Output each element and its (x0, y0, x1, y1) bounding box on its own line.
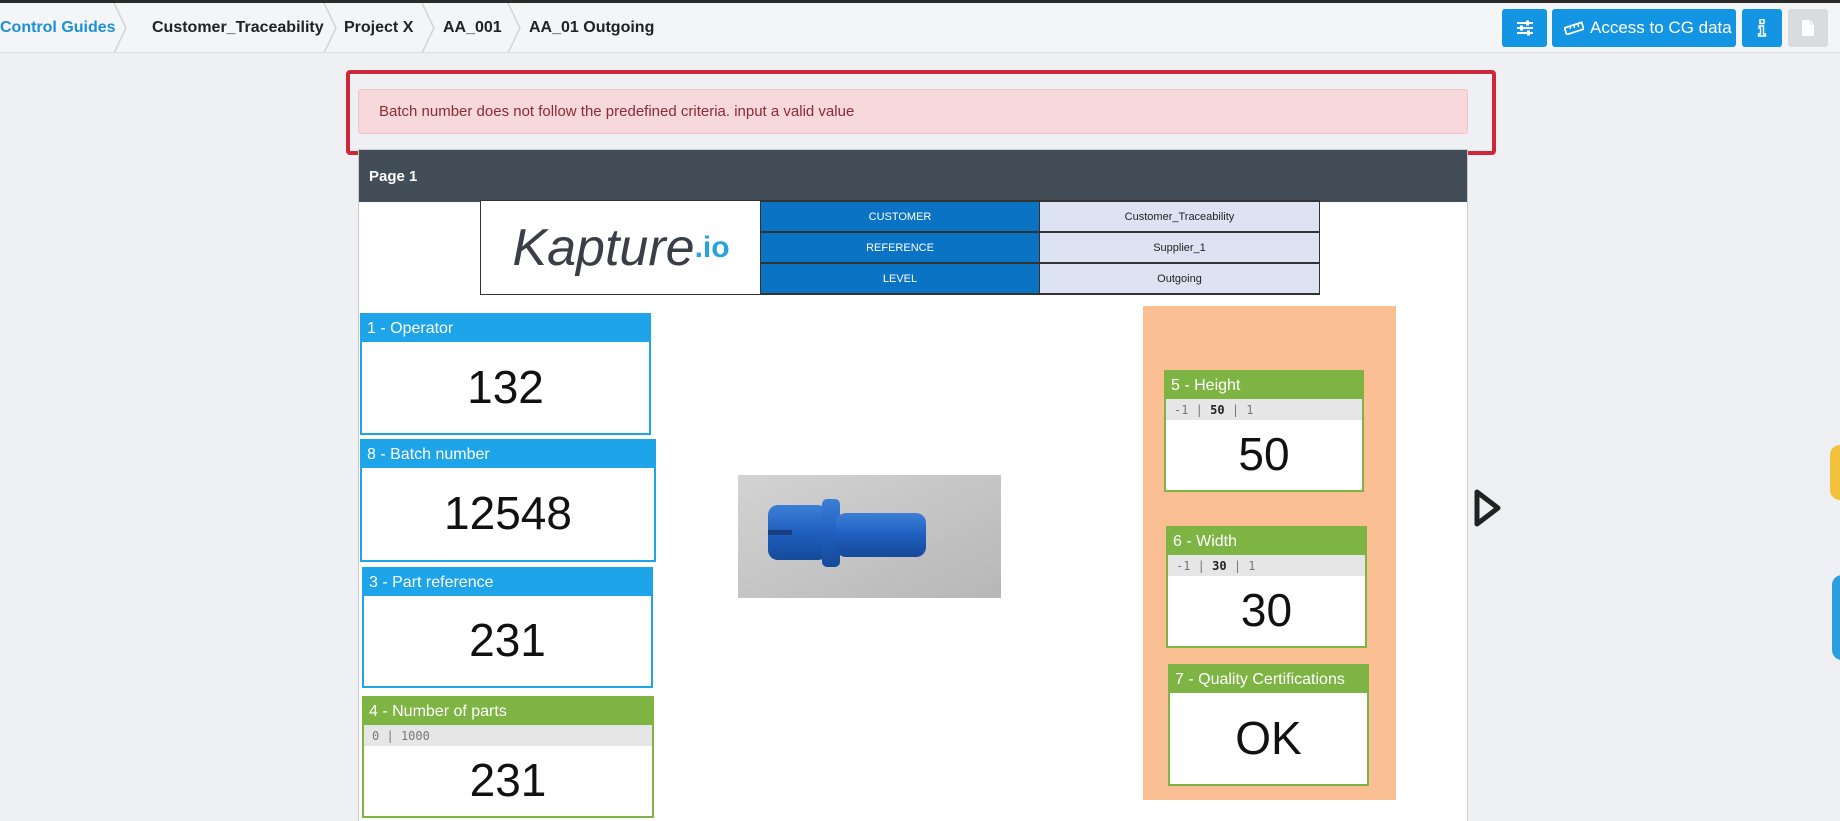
chevron-right-icon (322, 3, 338, 53)
field-title: 7 - Quality Certifications (1170, 666, 1367, 693)
field-value[interactable]: 50 (1166, 420, 1362, 488)
header-table: Kapture .io CUSTOMER Customer_Traceabilit… (480, 200, 1320, 295)
access-cg-data-label: Access to CG data (1590, 18, 1732, 37)
page-title: Page 1 (359, 150, 1467, 202)
field-title: 3 - Part reference (364, 569, 651, 596)
tolerance-min: 0 (372, 728, 380, 743)
chevron-right-icon (506, 3, 522, 53)
tolerance-max: 1 (1246, 402, 1254, 417)
tolerance-min: -1 (1174, 402, 1189, 417)
field-value[interactable]: 231 (364, 596, 651, 684)
tolerance-max: 1000 (400, 728, 430, 743)
settings-button[interactable] (1502, 9, 1547, 47)
field-value[interactable]: 12548 (362, 468, 654, 558)
header-value-customer: Customer_Traceability (1039, 201, 1320, 232)
tolerance-separator: | (386, 728, 394, 743)
part-image (738, 475, 1001, 598)
header-value-level: Outgoing (1039, 263, 1320, 294)
field-title: 1 - Operator (362, 315, 649, 342)
field-part-reference[interactable]: 3 - Part reference 231 (362, 567, 653, 688)
field-value[interactable]: 30 (1168, 576, 1365, 644)
logo-suffix: .io (694, 230, 730, 264)
info-button[interactable] (1742, 9, 1782, 47)
breadcrumb-home[interactable]: Control Guides (0, 3, 116, 53)
header-label-customer: CUSTOMER (760, 201, 1040, 232)
access-cg-data-button[interactable]: Access to CG data (1552, 9, 1736, 47)
chevron-right-icon (420, 3, 436, 53)
field-title: 8 - Batch number (362, 441, 654, 468)
header-value-reference: Supplier_1 (1039, 232, 1320, 263)
header-label-level: LEVEL (760, 263, 1040, 294)
tolerance-min: -1 (1176, 558, 1191, 573)
field-operator[interactable]: 1 - Operator 132 (360, 313, 651, 435)
logo-main: Kapture (512, 218, 695, 277)
sliders-icon (1516, 20, 1534, 36)
help-side-tab[interactable] (1830, 445, 1840, 500)
field-title: 5 - Height (1166, 372, 1362, 399)
next-page-arrow-icon[interactable] (1472, 488, 1502, 528)
document-icon (1801, 19, 1815, 37)
field-value[interactable]: OK (1170, 693, 1367, 782)
tolerance-bar: 0 | 1000 (364, 725, 652, 746)
field-title: 4 - Number of parts (364, 698, 652, 725)
error-alert: Batch number does not follow the predefi… (358, 89, 1468, 134)
field-value[interactable]: 231 (364, 746, 652, 814)
field-value[interactable]: 132 (362, 342, 649, 431)
tolerance-bar: -1 | 50 | 1 (1166, 399, 1362, 420)
chevron-right-icon (112, 3, 128, 53)
tolerance-max: 1 (1248, 558, 1256, 573)
kapture-logo: Kapture .io (481, 201, 761, 294)
info-icon (1757, 19, 1767, 37)
breadcrumb-item-level[interactable]: AA_01 Outgoing (529, 3, 654, 53)
field-height[interactable]: 5 - Height -1 | 50 | 1 50 (1164, 370, 1364, 492)
field-quality-certifications[interactable]: 7 - Quality Certifications OK (1168, 664, 1369, 786)
breadcrumb-item-customer[interactable]: Customer_Traceability (152, 3, 324, 53)
tolerance-nominal: 30 (1212, 558, 1227, 573)
ruler-icon (1564, 21, 1584, 35)
field-width[interactable]: 6 - Width -1 | 30 | 1 30 (1166, 526, 1367, 648)
document-button[interactable] (1788, 9, 1828, 47)
breadcrumb-item-project[interactable]: Project X (344, 3, 413, 53)
tolerance-bar: -1 | 30 | 1 (1168, 555, 1365, 576)
header-label-reference: REFERENCE (760, 232, 1040, 263)
feedback-side-tab[interactable] (1832, 575, 1840, 660)
field-batch-number[interactable]: 8 - Batch number 12548 (360, 439, 656, 562)
field-title: 6 - Width (1168, 528, 1365, 555)
field-number-of-parts[interactable]: 4 - Number of parts 0 | 1000 231 (362, 696, 654, 818)
tolerance-nominal: 50 (1210, 402, 1225, 417)
breadcrumb-item-ref[interactable]: AA_001 (443, 3, 502, 53)
